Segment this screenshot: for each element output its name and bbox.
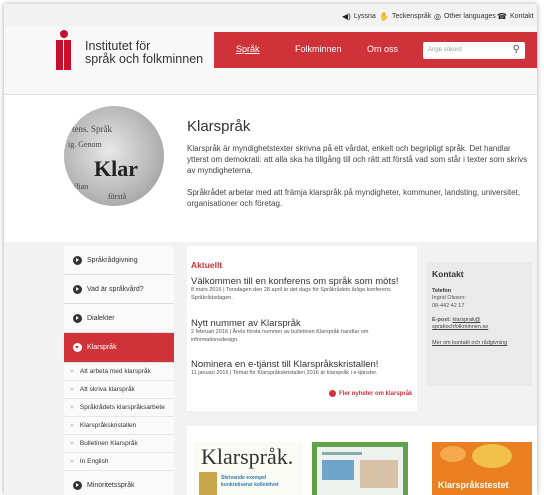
- arrow-circle-icon: [73, 480, 82, 490]
- contact-more-link[interactable]: Mer om kontakt och rådgivning: [432, 340, 528, 348]
- site-header: Institutet för språk och folkminnen Språ…: [4, 26, 537, 95]
- nav-sprak[interactable]: Språk: [236, 44, 260, 54]
- utility-bar: ◀) Lyssna ✋ Teckenspråk ◎ Other language…: [4, 4, 537, 26]
- email-link-domain[interactable]: sprakochfolkminnen.se: [432, 324, 528, 332]
- news-item: Nytt nummer av Klarspråk 2 februari 2016…: [191, 318, 416, 344]
- search-icon[interactable]: ⚲: [513, 44, 520, 55]
- contact-phone: 08-442 42 17: [432, 303, 465, 309]
- logo-text[interactable]: Institutet för språk och folkminnen: [85, 40, 203, 66]
- arrow-circle-icon: [73, 284, 82, 294]
- contact-box: Kontakt Telefon Ingrid Olsson: 08-442 42…: [426, 262, 532, 386]
- intro-section: tens. Språk ig. Genom Klar ilian förstå …: [4, 95, 537, 242]
- arrow-circle-icon: [329, 390, 336, 397]
- email-link[interactable]: klarsprak@: [452, 317, 480, 323]
- chevron-down-icon: [73, 343, 82, 352]
- news-meta: 2 februari 2016 | Årets första nummer av…: [191, 329, 369, 343]
- klarsprak-bulletin-thumb[interactable]: Klarspråk. Skrivande exempel konkretiser…: [193, 442, 303, 495]
- promo-thumbnails: Klarspråk. Skrivande exempel konkretiser…: [187, 426, 537, 495]
- news-title[interactable]: Nytt nummer av Klarspråk: [191, 318, 416, 329]
- sidebar-subitem[interactable]: » Språkrådets klarspråksarbete: [64, 399, 174, 417]
- main-nav: Språk Folkminnen Om oss Ange sökord ⚲: [214, 32, 537, 68]
- sidebar-nav: Språkrådgivning Vad är språkvård? Dialek…: [64, 246, 174, 495]
- sign-language-link[interactable]: ✋ Teckenspråk: [379, 12, 431, 21]
- sidebar-item-klarsprak[interactable]: Klarspråk: [64, 333, 174, 363]
- sidebar-subitem[interactable]: » In English: [64, 453, 174, 471]
- speaker-icon: ◀): [342, 12, 351, 21]
- search-placeholder: Ange sökord: [428, 47, 462, 53]
- sidebar-item-sprakradgivning[interactable]: Språkrådgivning: [64, 246, 174, 275]
- contact-title: Kontakt: [432, 269, 464, 279]
- sidebar-subitem[interactable]: » Att skriva klarspråk: [64, 381, 174, 399]
- magnifier-image: tens. Språk ig. Genom Klar ilian förstå: [64, 106, 164, 206]
- sidebar-subitem[interactable]: » Bulletinen Klarspråk: [64, 435, 174, 453]
- logo-mark[interactable]: [56, 30, 76, 74]
- more-news-link[interactable]: Fler nyheter om klarspråk: [329, 390, 412, 397]
- news-section: Aktuellt Välkommen till en konferens om …: [187, 246, 417, 411]
- sidebar-item-dialekter[interactable]: Dialekter: [64, 304, 174, 333]
- intro-paragraph-2: Språkrådet arbetar med att främja klarsp…: [187, 188, 521, 208]
- arrow-circle-icon: [73, 313, 82, 323]
- sidebar-item-minoritetssprak[interactable]: Minoritetsspråk: [64, 471, 174, 495]
- contact-name: Ingrid Olsson:: [432, 295, 466, 301]
- hand-icon: ✋: [379, 12, 389, 21]
- sidebar-item-sprakvard[interactable]: Vad är språkvård?: [64, 275, 174, 304]
- search-input[interactable]: Ange sökord ⚲: [423, 42, 525, 59]
- nav-folkminnen[interactable]: Folkminnen: [295, 44, 342, 54]
- sidebar-subitem[interactable]: » Att arbeta med klarspråk: [64, 363, 174, 381]
- news-item: Välkommen till en konferens om språk som…: [191, 276, 416, 302]
- globe-icon: ◎: [434, 12, 441, 21]
- page-title: Klarspråk: [187, 118, 251, 135]
- phone-icon: ☎: [497, 12, 507, 21]
- sidebar-subitem[interactable]: » Klarspråkskristallen: [64, 417, 174, 435]
- news-meta: 8 mars 2016 | Torsdagen den 28 april är …: [191, 287, 391, 301]
- news-title[interactable]: Nominera en e-tjänst till Klarspråkskris…: [191, 359, 416, 370]
- languages-link[interactable]: ◎ Other languages: [434, 12, 496, 21]
- klarsprakstestet-thumb[interactable]: Klarspråkstestet: [432, 442, 532, 495]
- listen-link[interactable]: ◀) Lyssna: [342, 12, 376, 21]
- publication-thumb[interactable]: [312, 442, 408, 495]
- news-heading: Aktuellt: [191, 260, 223, 270]
- news-item: Nominera en e-tjänst till Klarspråkskris…: [191, 359, 416, 378]
- intro-paragraph-1: Klarspråk är myndighetstexter skrivna på…: [187, 144, 528, 175]
- news-meta: 11 januari 2016 | Temat för Klarspråkskr…: [191, 370, 378, 376]
- contact-link[interactable]: ☎ Kontakt: [497, 12, 534, 21]
- browser-frame: ◀) Lyssna ✋ Teckenspråk ◎ Other language…: [4, 4, 537, 495]
- nav-om-oss[interactable]: Om oss: [367, 44, 398, 54]
- arrow-circle-icon: [73, 255, 82, 265]
- news-title[interactable]: Välkommen till en konferens om språk som…: [191, 276, 416, 287]
